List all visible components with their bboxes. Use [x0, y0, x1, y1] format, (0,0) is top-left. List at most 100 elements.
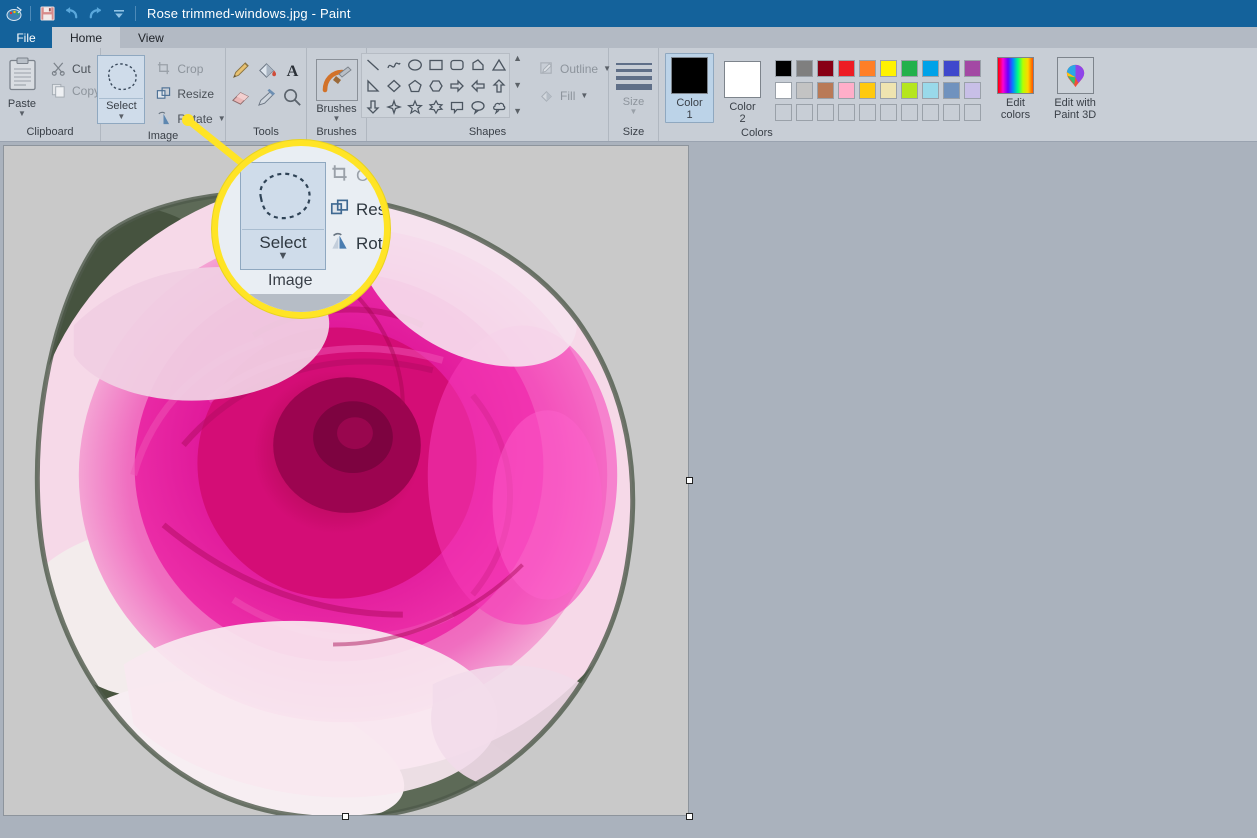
- hexagon-shape[interactable]: [425, 75, 446, 96]
- palette-swatch-r2-c7[interactable]: [899, 79, 920, 101]
- tab-home[interactable]: Home: [52, 27, 121, 48]
- outline-button[interactable]: Outline ▼: [535, 59, 614, 78]
- customize-quick-access-icon[interactable]: [108, 3, 130, 25]
- six-point-star-shape[interactable]: [425, 96, 446, 117]
- text-icon[interactable]: A: [279, 57, 305, 84]
- palette-swatch-r2-c9[interactable]: [941, 79, 962, 101]
- palette-swatch-r2-c10[interactable]: [962, 79, 983, 101]
- rounded-rectangle-shape[interactable]: [446, 54, 467, 75]
- right-arrow-shape[interactable]: [446, 75, 467, 96]
- redo-icon[interactable]: [84, 3, 106, 25]
- palette-swatch-r3-c3[interactable]: [815, 101, 836, 123]
- palette-swatch-r2-c3[interactable]: [815, 79, 836, 101]
- oval-shape[interactable]: [404, 54, 425, 75]
- palette-swatch-r3-c1[interactable]: [773, 101, 794, 123]
- brushes-caret-icon[interactable]: ▼: [333, 115, 341, 123]
- palette-swatch-r2-c8[interactable]: [920, 79, 941, 101]
- right-triangle-shape[interactable]: [362, 75, 383, 96]
- callout-rotate-button[interactable]: Rotate: [330, 232, 384, 256]
- pentagon-shape[interactable]: [404, 75, 425, 96]
- color-1-button[interactable]: Color 1: [665, 53, 714, 123]
- palette-swatch-r3-c6[interactable]: [878, 101, 899, 123]
- paste-caret-icon[interactable]: ▼: [18, 110, 26, 118]
- group-label-clipboard: Clipboard: [26, 126, 74, 138]
- edit-with-paint3d-button[interactable]: Edit with Paint 3D: [1054, 53, 1096, 121]
- rectangle-shape[interactable]: [425, 54, 446, 75]
- palette-swatch-r1-c4[interactable]: [836, 57, 857, 79]
- palette-swatch-r2-c5[interactable]: [857, 79, 878, 101]
- rotate-button[interactable]: Rotate ▼: [152, 109, 228, 128]
- size-button[interactable]: Size ▼: [612, 53, 656, 116]
- color-picker-icon[interactable]: [253, 84, 279, 111]
- rotate-caret-icon[interactable]: ▼: [218, 115, 226, 123]
- palette-swatch-r1-c2[interactable]: [794, 57, 815, 79]
- save-icon[interactable]: [36, 3, 58, 25]
- eraser-icon[interactable]: [227, 84, 253, 111]
- palette-swatch-r1-c9[interactable]: [941, 57, 962, 79]
- palette-swatch-r2-c2[interactable]: [794, 79, 815, 101]
- rounded-callout-shape[interactable]: [446, 96, 467, 117]
- callout-select-button[interactable]: Select ▼: [240, 162, 326, 270]
- palette-swatch-r3-c5[interactable]: [857, 101, 878, 123]
- up-arrow-shape[interactable]: [488, 75, 509, 96]
- palette-swatch-r2-c6[interactable]: [878, 79, 899, 101]
- select-caret-icon[interactable]: ▼: [117, 113, 125, 123]
- fill-button[interactable]: Fill ▼: [535, 86, 614, 105]
- palette-swatch-r2-c1[interactable]: [773, 79, 794, 101]
- resize-button[interactable]: Resize: [152, 84, 228, 103]
- palette-swatch-r3-c2[interactable]: [794, 101, 815, 123]
- palette-swatch-r1-c1[interactable]: [773, 57, 794, 79]
- scroll-down-icon[interactable]: ▼: [512, 80, 523, 90]
- cloud-callout-shape[interactable]: [488, 96, 509, 117]
- line-shape[interactable]: [362, 54, 383, 75]
- palette-swatch-r3-c10[interactable]: [962, 101, 983, 123]
- pencil-icon[interactable]: [227, 57, 253, 84]
- palette-swatch-r3-c8[interactable]: [920, 101, 941, 123]
- five-point-star-shape[interactable]: [404, 96, 425, 117]
- callout-resize-button[interactable]: Resize: [330, 198, 384, 222]
- bottom-middle-handle[interactable]: [342, 813, 349, 820]
- brushes-button[interactable]: Brushes ▼: [311, 53, 363, 123]
- polygon-shape[interactable]: [467, 54, 488, 75]
- palette-swatch-r2-c4[interactable]: [836, 79, 857, 101]
- right-middle-handle[interactable]: [686, 477, 693, 484]
- palette-swatch-r1-c8[interactable]: [920, 57, 941, 79]
- paste-button[interactable]: Paste ▼: [0, 53, 47, 118]
- fill-with-color-icon[interactable]: [253, 57, 279, 84]
- crop-button[interactable]: Crop: [152, 59, 228, 78]
- ribbon-group-tools: A Tools: [226, 48, 307, 141]
- palette-swatch-r1-c7[interactable]: [899, 57, 920, 79]
- left-arrow-shape[interactable]: [467, 75, 488, 96]
- palette-swatch-r1-c10[interactable]: [962, 57, 983, 79]
- oval-callout-shape[interactable]: [467, 96, 488, 117]
- cut-button[interactable]: Cut: [47, 59, 103, 78]
- palette-swatch-r3-c7[interactable]: [899, 101, 920, 123]
- palette-swatch-r3-c9[interactable]: [941, 101, 962, 123]
- callout-select-caret-icon[interactable]: ▼: [278, 251, 289, 262]
- paint3d-label-line2: Paint 3D: [1054, 109, 1097, 121]
- fill-caret-icon[interactable]: ▼: [580, 92, 588, 100]
- bottom-right-handle[interactable]: [686, 813, 693, 820]
- palette-swatch-r1-c3[interactable]: [815, 57, 836, 79]
- edit-colors-button[interactable]: Edit colors: [997, 53, 1034, 121]
- triangle-shape[interactable]: [488, 54, 509, 75]
- color-2-button[interactable]: Color 2: [724, 53, 761, 125]
- scroll-up-icon[interactable]: ▲: [512, 53, 523, 63]
- down-arrow-shape[interactable]: [362, 96, 383, 117]
- undo-icon[interactable]: [60, 3, 82, 25]
- select-button[interactable]: Select ▼: [97, 55, 146, 124]
- magnifier-icon[interactable]: [279, 84, 305, 111]
- four-point-star-shape[interactable]: [383, 96, 404, 117]
- diamond-shape[interactable]: [383, 75, 404, 96]
- size-caret-icon[interactable]: ▼: [630, 108, 638, 116]
- tab-view[interactable]: View: [120, 27, 182, 48]
- paint-app-icon[interactable]: [3, 3, 25, 25]
- tab-file[interactable]: File: [0, 27, 52, 48]
- palette-swatch-r3-c4[interactable]: [836, 101, 857, 123]
- palette-swatch-r1-c6[interactable]: [878, 57, 899, 79]
- palette-swatch-r1-c5[interactable]: [857, 57, 878, 79]
- more-shapes-icon[interactable]: ▼: [512, 106, 523, 116]
- copy-button[interactable]: Copy: [47, 81, 103, 100]
- callout-crop-button[interactable]: Crop: [330, 164, 384, 188]
- curve-shape[interactable]: [383, 54, 404, 75]
